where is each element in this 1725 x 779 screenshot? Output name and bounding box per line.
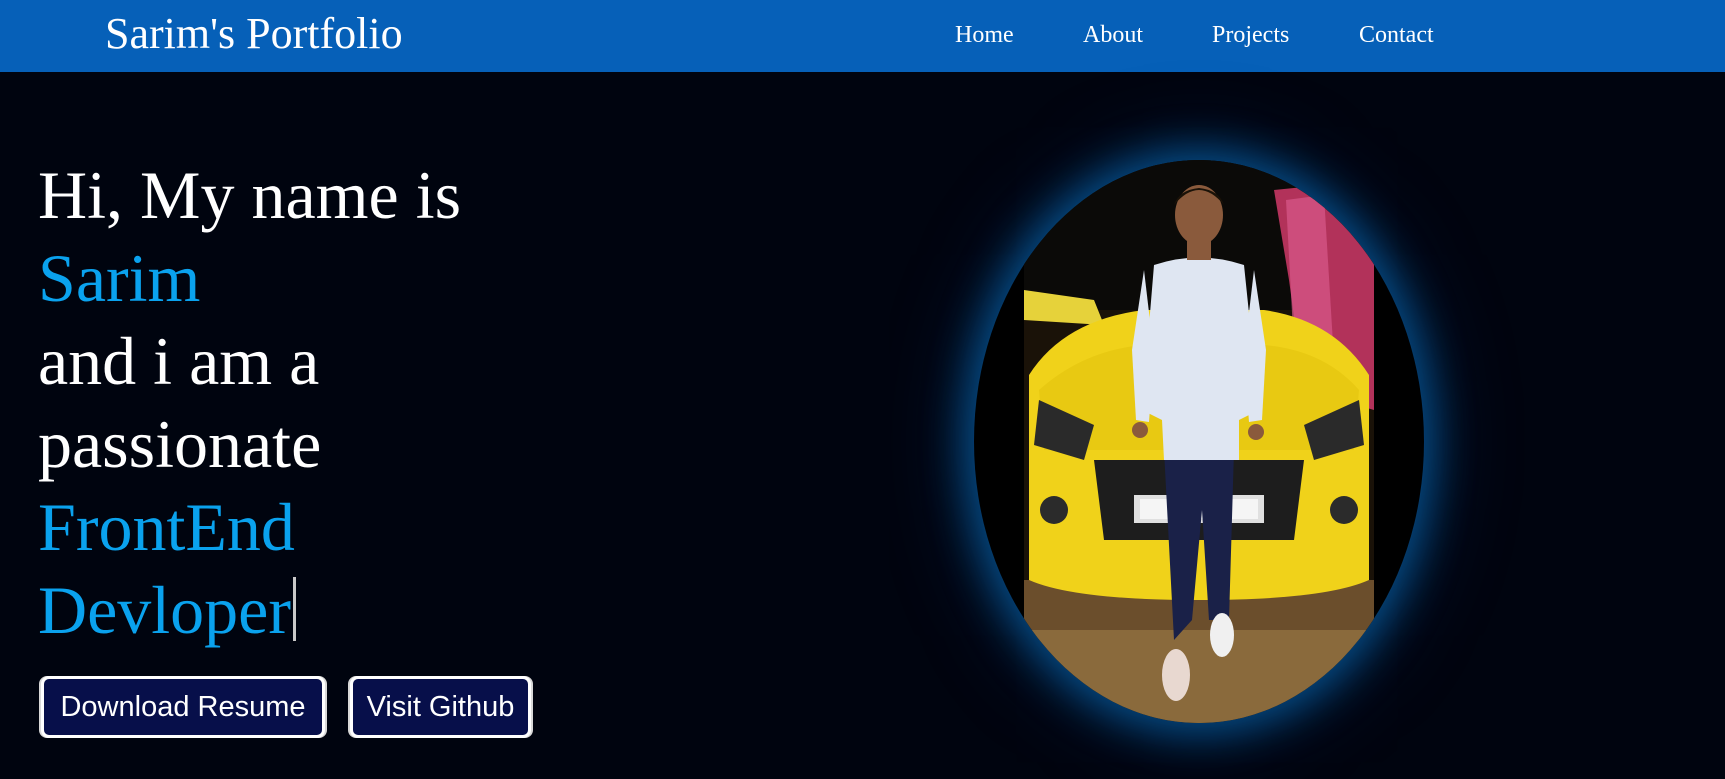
intro-text: and i am a xyxy=(38,323,320,399)
profile-photo-frame xyxy=(974,160,1424,723)
role-text-line1: FrontEnd xyxy=(38,489,295,565)
nav-home-link[interactable]: Home xyxy=(955,20,1014,50)
nav-projects-link[interactable]: Projects xyxy=(1212,20,1289,50)
hero-heading: Hi, My name is Sarim and i am a passiona… xyxy=(38,154,461,652)
passionate-text: passionate xyxy=(38,406,322,482)
visit-github-button[interactable]: Visit Github xyxy=(350,676,531,738)
typing-caret xyxy=(293,577,297,641)
greeting-text: Hi, My name is xyxy=(38,157,462,233)
hero-section: Hi, My name is Sarim and i am a passiona… xyxy=(0,72,1725,779)
role-line2-row: Devloper xyxy=(38,569,461,652)
role-text-line2: Devloper xyxy=(38,572,292,648)
profile-photo xyxy=(1024,160,1374,723)
navbar: Sarim's Portfolio Home About Projects Co… xyxy=(0,0,1725,72)
nav-contact-link[interactable]: Contact xyxy=(1359,20,1434,50)
download-resume-button[interactable]: Download Resume xyxy=(41,676,325,738)
nav-about-link[interactable]: About xyxy=(1083,20,1143,50)
name-text: Sarim xyxy=(38,240,201,316)
brand-title[interactable]: Sarim's Portfolio xyxy=(105,8,403,60)
